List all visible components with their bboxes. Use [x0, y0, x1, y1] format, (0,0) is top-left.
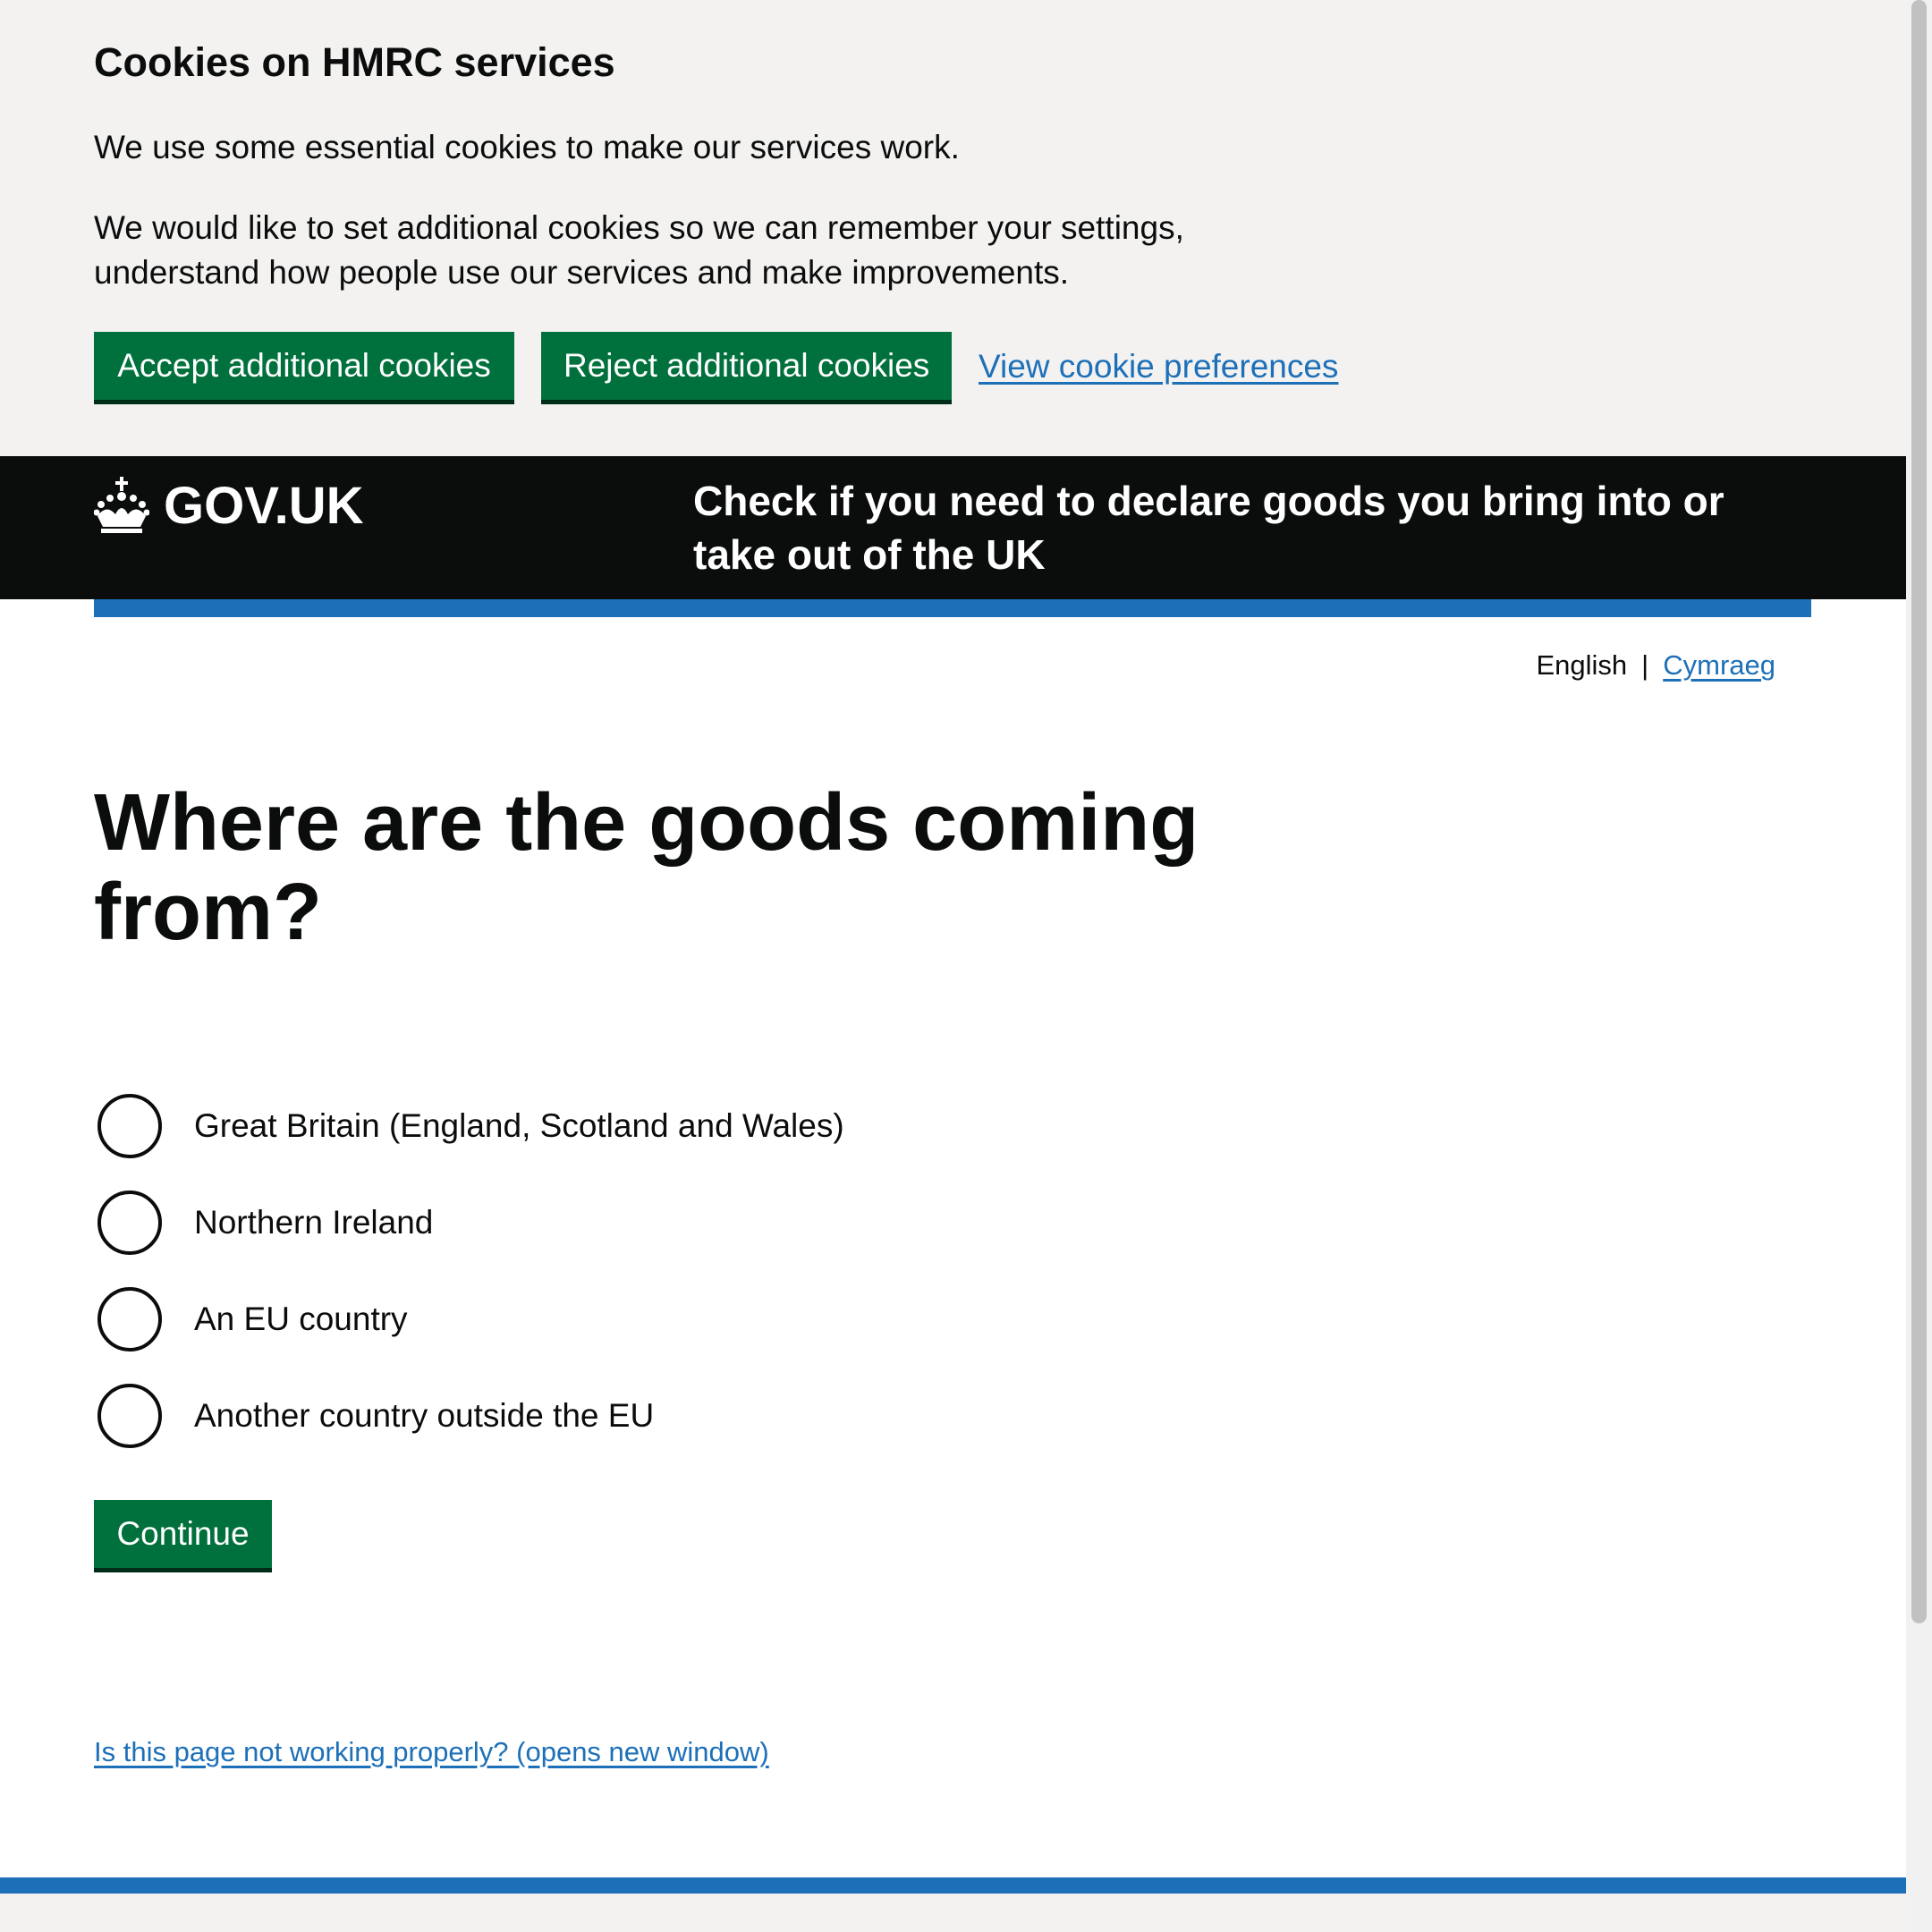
site-footer — [0, 1894, 1906, 1932]
govuk-logo-text: GOV.UK — [164, 476, 364, 535]
service-name-link[interactable]: Check if you need to declare goods you b… — [693, 474, 1793, 581]
origin-radio-group: Great Britain (England, Scotland and Wal… — [94, 1078, 844, 1464]
cookie-banner-essential-text: We use some essential cookies to make ou… — [94, 129, 960, 165]
accept-cookies-button[interactable]: Accept additional cookies — [94, 332, 514, 400]
cookie-banner: Cookies on HMRC services We use some ess… — [0, 0, 1906, 456]
radio-option-northern-ireland[interactable]: Northern Ireland — [94, 1174, 844, 1271]
page-heading: Where are the goods coming from? — [94, 778, 1199, 957]
scrollbar-thumb[interactable] — [1911, 0, 1927, 1623]
radio-option-eu-country[interactable]: An EU country — [94, 1271, 844, 1368]
govuk-logo-link[interactable]: GOV.UK — [94, 470, 363, 541]
footer-blue-bar — [0, 1877, 1906, 1894]
language-link-cymraeg[interactable]: Cymraeg — [1663, 646, 1775, 685]
radio-button[interactable] — [97, 1287, 162, 1352]
radio-label[interactable]: Great Britain (England, Scotland and Wal… — [194, 1104, 844, 1148]
radio-option-great-britain[interactable]: Great Britain (England, Scotland and Wal… — [94, 1078, 844, 1174]
language-switcher: English | Cymraeg — [1536, 646, 1775, 685]
continue-button[interactable]: Continue — [94, 1500, 272, 1568]
radio-button[interactable] — [97, 1191, 162, 1255]
language-separator: | — [1641, 649, 1649, 681]
radio-button[interactable] — [97, 1094, 162, 1158]
radio-option-outside-eu[interactable]: Another country outside the EU — [94, 1368, 844, 1464]
radio-label[interactable]: Northern Ireland — [194, 1200, 433, 1245]
radio-label[interactable]: An EU country — [194, 1297, 408, 1342]
header-blue-bar — [94, 599, 1811, 617]
site-header: GOV.UK Check if you need to declare good… — [0, 456, 1906, 599]
page: Cookies on HMRC services We use some ess… — [0, 0, 1906, 1932]
vertical-scrollbar[interactable] — [1906, 0, 1932, 1932]
view-cookie-preferences-link[interactable]: View cookie preferences — [979, 344, 1338, 389]
crown-icon — [94, 477, 149, 533]
radio-button[interactable] — [97, 1384, 162, 1448]
radio-label[interactable]: Another country outside the EU — [194, 1394, 654, 1438]
cookie-banner-title: Cookies on HMRC services — [94, 39, 615, 85]
reject-cookies-button[interactable]: Reject additional cookies — [541, 332, 952, 400]
language-current-english: English — [1536, 649, 1628, 681]
cookie-banner-additional-text: We would like to set additional cookies … — [94, 209, 1184, 291]
report-problem-link[interactable]: Is this page not working properly? (open… — [94, 1733, 769, 1772]
